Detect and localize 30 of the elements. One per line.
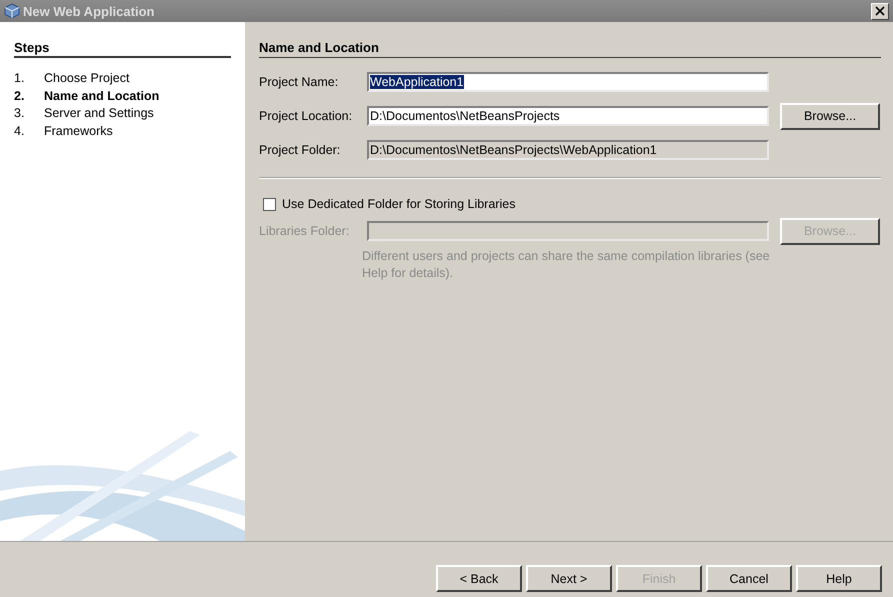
step-number: 2.: [14, 88, 26, 104]
checkbox-label[interactable]: Use Dedicated Folder for Storing Libraries: [282, 197, 516, 211]
hint-text: Different users and projects can share the same compilation libraries (see Help for details).: [362, 248, 771, 282]
dialog-button[interactable]: Cancel: [706, 565, 792, 592]
field-label: Project Folder:: [259, 143, 342, 157]
text-field[interactable]: D:\Documentos\NetBeansProjects: [367, 106, 769, 126]
step-label: Server and Settings: [44, 105, 154, 122]
step-label: Name and Location: [44, 88, 160, 104]
step-number: 3.: [14, 105, 26, 122]
step-label: Choose Project: [44, 70, 130, 87]
dialog-button[interactable]: Next >: [526, 565, 612, 592]
panel-heading: Name and Location: [259, 40, 881, 58]
field-label: Libraries Folder:: [259, 224, 350, 238]
checkbox[interactable]: [263, 198, 276, 210]
text-field[interactable]: [367, 221, 769, 241]
close-icon[interactable]: [875, 6, 885, 16]
browse-button[interactable]: Browse...: [780, 102, 880, 130]
step-label: Frameworks: [44, 122, 113, 140]
dialog-button[interactable]: Help: [796, 565, 882, 592]
text-field[interactable]: WebApplication1: [367, 72, 769, 92]
text-field[interactable]: D:\Documentos\NetBeansProjects\WebApplication1: [367, 140, 769, 160]
field-label: Project Location:: [259, 109, 354, 123]
step-number: 4.: [14, 122, 26, 140]
field-label: Project Name:: [259, 75, 340, 89]
dialog-button[interactable]: < Back: [436, 565, 522, 592]
window-title: New Web Application: [23, 4, 156, 18]
cube-icon: [4, 3, 20, 19]
close-button[interactable]: [871, 2, 889, 20]
step-number: 1.: [14, 70, 26, 87]
steps-heading: Steps: [14, 40, 231, 58]
